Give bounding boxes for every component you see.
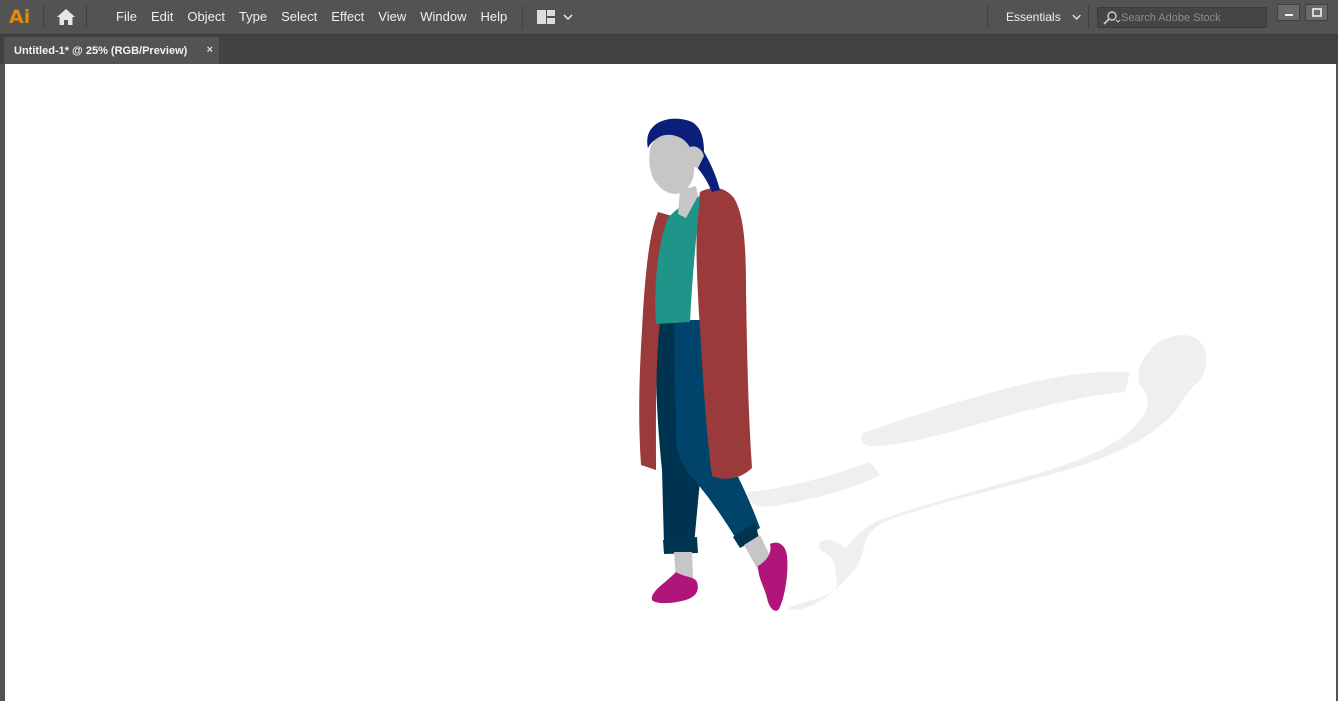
maximize-icon (1311, 7, 1322, 17)
divider (522, 5, 524, 29)
document-tab-bar: Untitled-1* @ 25% (RGB/Preview) × (0, 34, 1338, 65)
minimize-button[interactable] (1277, 4, 1300, 21)
workspace-label: Essentials (1006, 10, 1061, 24)
close-tab-icon[interactable]: × (207, 44, 213, 56)
search-icon (1103, 10, 1121, 25)
main-menu: File Edit Object Type Select Effect View… (109, 0, 514, 34)
document-tab[interactable]: Untitled-1* @ 25% (RGB/Preview) × (4, 37, 219, 65)
home-button[interactable] (54, 5, 78, 29)
walking-woman-illustration[interactable] (5, 64, 1336, 701)
menu-help[interactable]: Help (473, 0, 514, 34)
menu-edit[interactable]: Edit (144, 0, 180, 34)
minimize-icon (1284, 13, 1293, 16)
menu-select[interactable]: Select (274, 0, 324, 34)
arrange-documents-button[interactable] (537, 10, 575, 24)
document-tab-title: Untitled-1* @ 25% (RGB/Preview) (14, 45, 188, 57)
chevron-down-icon (563, 14, 573, 21)
figure-torso (655, 186, 700, 324)
maximize-button[interactable] (1305, 4, 1328, 21)
menu-effect[interactable]: Effect (324, 0, 371, 34)
menu-view[interactable]: View (371, 0, 413, 34)
divider (1088, 5, 1089, 29)
menu-file[interactable]: File (109, 0, 144, 34)
layout-grid-icon (537, 10, 556, 24)
divider (43, 5, 44, 29)
home-icon (57, 9, 75, 25)
figure-shadow (746, 335, 1207, 610)
chevron-down-icon (1072, 14, 1081, 20)
search-stock-field[interactable] (1097, 7, 1267, 28)
menu-type[interactable]: Type (232, 0, 274, 34)
menu-object[interactable]: Object (180, 0, 232, 34)
app-logo: Ai (9, 6, 31, 28)
workspace-switcher[interactable]: Essentials (996, 5, 1082, 29)
menu-window[interactable]: Window (413, 0, 473, 34)
divider (86, 5, 87, 29)
artboard-canvas[interactable] (5, 64, 1336, 701)
divider (987, 5, 988, 29)
figure-head (647, 118, 720, 194)
search-input[interactable] (1121, 11, 1261, 24)
